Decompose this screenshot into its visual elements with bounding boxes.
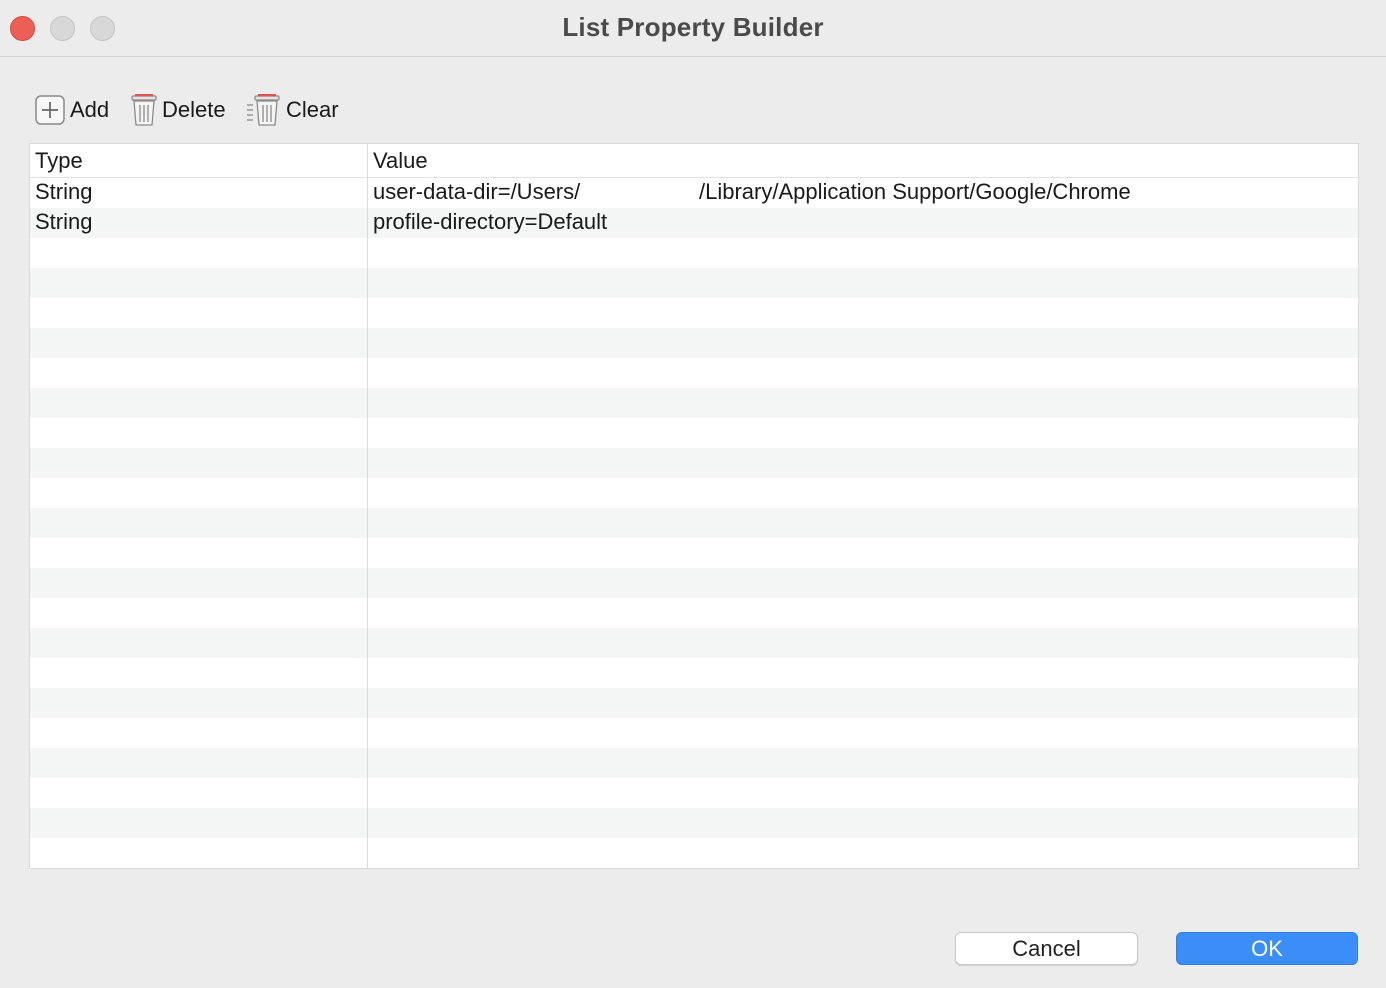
window-title: List Property Builder [562, 12, 824, 42]
dialog-window: List Property Builder Add Delete Clear T… [0, 0, 1386, 988]
empty-row [30, 538, 1358, 568]
empty-row [30, 748, 1358, 778]
empty-row [30, 718, 1358, 748]
clear-label: Clear [286, 97, 339, 122]
empty-row [30, 388, 1358, 418]
ok-button[interactable]: OK [1176, 932, 1358, 965]
type-cell[interactable]: String [35, 209, 92, 235]
value-cell[interactable]: profile-directory=Default [373, 209, 607, 235]
value-cell-continued[interactable]: /Library/Application Support/Google/Chro… [699, 179, 1131, 205]
cancel-button[interactable]: Cancel [955, 932, 1138, 965]
redacted-region [600, 178, 698, 208]
delete-label: Delete [162, 97, 226, 122]
empty-row [30, 328, 1358, 358]
table-row[interactable]: String profile-directory=Default [30, 208, 1358, 238]
column-header-type[interactable]: Type [35, 148, 83, 174]
value-cell[interactable]: user-data-dir=/Users/ [373, 179, 580, 205]
empty-row [30, 238, 1358, 268]
add-label: Add [70, 97, 110, 122]
empty-row [30, 478, 1358, 508]
empty-row [30, 268, 1358, 298]
clear-icon [246, 93, 282, 127]
type-cell[interactable]: String [35, 179, 92, 205]
empty-row [30, 838, 1358, 868]
column-divider[interactable] [367, 144, 368, 868]
add-button[interactable]: Add [34, 90, 109, 130]
table-header: Type Value [30, 144, 1358, 178]
empty-row [30, 568, 1358, 598]
delete-button[interactable]: Delete [130, 90, 226, 130]
empty-row [30, 688, 1358, 718]
table-row[interactable]: String user-data-dir=/Users/ /Library/Ap… [30, 178, 1358, 208]
title-bar: List Property Builder [0, 0, 1386, 57]
clear-button[interactable]: Clear [246, 90, 339, 130]
empty-row [30, 358, 1358, 388]
empty-row [30, 658, 1358, 688]
empty-row [30, 868, 1358, 869]
empty-row [30, 598, 1358, 628]
empty-row [30, 298, 1358, 328]
empty-row [30, 628, 1358, 658]
table-body: String user-data-dir=/Users/ /Library/Ap… [30, 178, 1358, 869]
column-header-value[interactable]: Value [373, 148, 428, 174]
empty-row [30, 808, 1358, 838]
empty-row [30, 448, 1358, 478]
empty-row [30, 418, 1358, 448]
add-icon [34, 94, 66, 126]
property-table[interactable]: Type Value String user-data-dir=/Users/ … [29, 143, 1359, 869]
empty-row [30, 778, 1358, 808]
delete-icon [130, 93, 158, 127]
empty-row [30, 508, 1358, 538]
